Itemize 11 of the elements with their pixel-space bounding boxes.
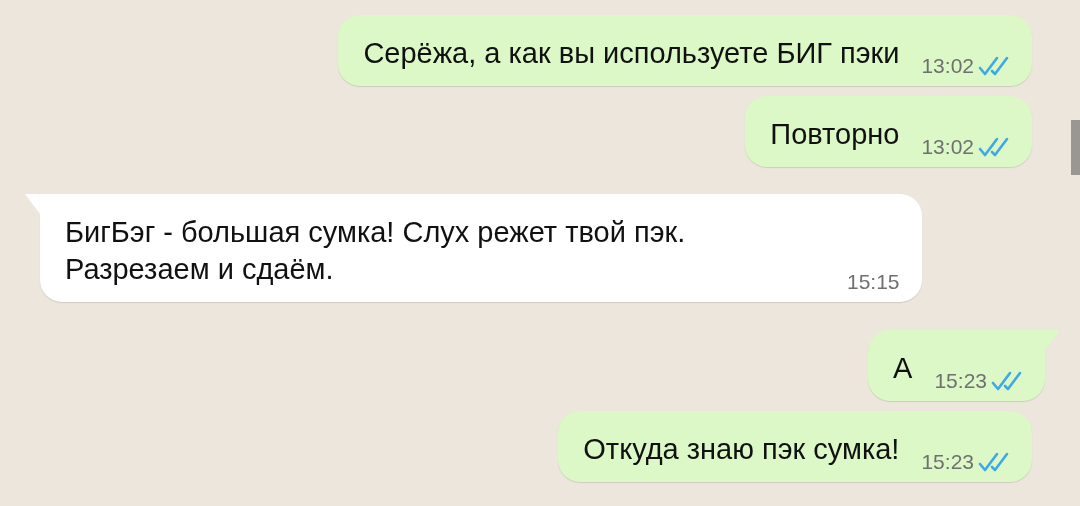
scrollbar[interactable] <box>1071 120 1080 175</box>
message-time: 13:02 <box>921 135 974 159</box>
message-text: Серёжа, а как вы используете БИГ пэки <box>363 36 900 71</box>
message-text: Повторно <box>770 117 900 152</box>
message-time: 15:23 <box>921 450 974 474</box>
message-text: А <box>893 351 913 386</box>
message-time: 15:15 <box>847 270 900 294</box>
message-text: БигБэг - большая сумка! Слух режет твой пэк. Разрезаем и сдаём. <box>65 215 687 287</box>
message-time: 13:02 <box>921 54 974 78</box>
message-time: 15:23 <box>934 369 987 393</box>
message-text: Откуда знаю пэк сумка! <box>583 432 900 467</box>
